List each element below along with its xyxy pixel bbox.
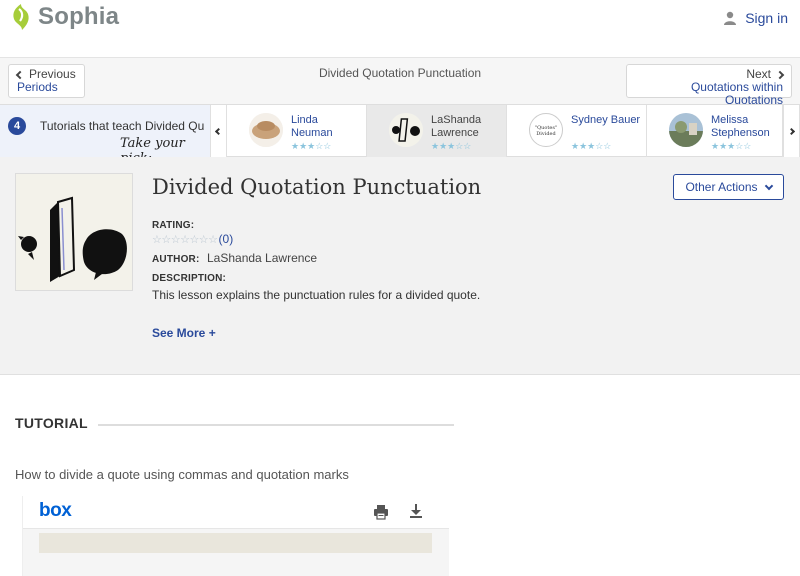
document-page bbox=[39, 533, 432, 553]
take-your-pick-label: Take your pick: bbox=[120, 136, 185, 157]
sign-in-link[interactable]: Sign in bbox=[723, 10, 788, 26]
rating-count: (0) bbox=[218, 232, 234, 246]
heading-divider bbox=[98, 424, 454, 426]
brand-name: Sophia bbox=[38, 3, 120, 30]
tutorial-card-author: Sydney Bauer bbox=[571, 114, 641, 126]
tutorial-card-author: Linda Neuman bbox=[291, 114, 333, 139]
tutorial-card[interactable]: Linda Neuman ★★★☆☆ bbox=[227, 105, 367, 157]
tutorial-thumbnail bbox=[15, 173, 133, 291]
tutorial-detail-panel: Divided Quotation Punctuation Other Acti… bbox=[0, 157, 800, 375]
next-button[interactable]: Next Quotations within Quotations bbox=[626, 64, 792, 107]
rating-widget[interactable]: ☆☆☆☆☆☆☆ (0) bbox=[152, 232, 233, 246]
box-logo[interactable]: box bbox=[39, 500, 72, 522]
author-label: AUTHOR: bbox=[152, 254, 200, 265]
tutorial-nav-bar: Previous Periods Divided Quotation Punct… bbox=[0, 58, 800, 107]
tutorial-count-badge: 4 bbox=[8, 117, 26, 135]
previous-title: Periods bbox=[17, 80, 58, 94]
chevron-down-icon bbox=[764, 181, 773, 190]
site-header: Sophia Sign in bbox=[0, 0, 800, 58]
download-icon[interactable] bbox=[408, 503, 424, 519]
tutorial-card-rating: ★★★☆☆ bbox=[711, 141, 752, 151]
tutorial-card-rating: ★★★☆☆ bbox=[571, 141, 612, 151]
tutorial-card[interactable]: Melissa Stephenson ★★★☆☆ bbox=[647, 105, 783, 157]
chevron-left-icon bbox=[214, 127, 223, 135]
rating-label: RATING: bbox=[152, 220, 195, 231]
box-document-viewer[interactable]: box bbox=[22, 496, 449, 576]
author-avatar bbox=[389, 113, 423, 147]
print-icon[interactable] bbox=[373, 504, 389, 520]
user-icon bbox=[724, 11, 737, 25]
tutorial-card-rating: ★★★☆☆ bbox=[291, 141, 332, 151]
sophia-leaf-icon bbox=[13, 4, 29, 30]
author-avatar bbox=[669, 113, 703, 147]
author-avatar: "Quotes" Divided bbox=[529, 113, 563, 147]
rating-stars-icon: ☆☆☆☆☆☆☆ bbox=[152, 233, 218, 246]
chevron-right-icon bbox=[787, 127, 796, 135]
strip-scroll-left-button[interactable] bbox=[210, 105, 227, 157]
description-label: DESCRIPTION: bbox=[152, 273, 227, 284]
other-actions-label: Other Actions bbox=[685, 180, 758, 194]
strip-scroll-right-button[interactable] bbox=[783, 105, 800, 157]
author-name: LaShanda Lawrence bbox=[207, 251, 318, 265]
tutorial-card-author: LaShanda Lawrence bbox=[431, 114, 482, 139]
tutorial-card-selected[interactable]: LaShanda Lawrence ★★★☆☆ bbox=[367, 105, 507, 157]
sophia-logo[interactable]: Sophia bbox=[10, 3, 119, 31]
author-avatar bbox=[249, 113, 283, 147]
sign-in-label: Sign in bbox=[745, 10, 788, 26]
tutorial-card-author: Melissa Stephenson bbox=[711, 114, 770, 139]
tutorial-card[interactable]: "Quotes" Divided Sydney Bauer ★★★☆☆ bbox=[507, 105, 647, 157]
chevron-right-icon bbox=[775, 70, 785, 79]
see-more-link[interactable]: See More + bbox=[152, 326, 216, 340]
tutorial-picker-header: 4 Tutorials that teach Divided Qu Take y… bbox=[0, 105, 210, 157]
description-text: This lesson explains the punctuation rul… bbox=[152, 288, 481, 302]
lesson-title: Divided Quotation Punctuation bbox=[152, 175, 482, 199]
avatar-caption: "Quotes" Divided bbox=[534, 125, 558, 137]
tutorial-picker-title: Tutorials that teach Divided Qu bbox=[40, 119, 205, 133]
tutorial-picker-strip: 4 Tutorials that teach Divided Qu Take y… bbox=[0, 104, 800, 157]
tutorial-subtitle: How to divide a quote using commas and q… bbox=[15, 467, 349, 482]
other-actions-dropdown[interactable]: Other Actions bbox=[673, 174, 784, 200]
tutorial-card-rating: ★★★☆☆ bbox=[431, 141, 472, 151]
viewer-toolbar: box bbox=[23, 496, 449, 529]
tutorial-heading: TUTORIAL bbox=[15, 415, 88, 431]
